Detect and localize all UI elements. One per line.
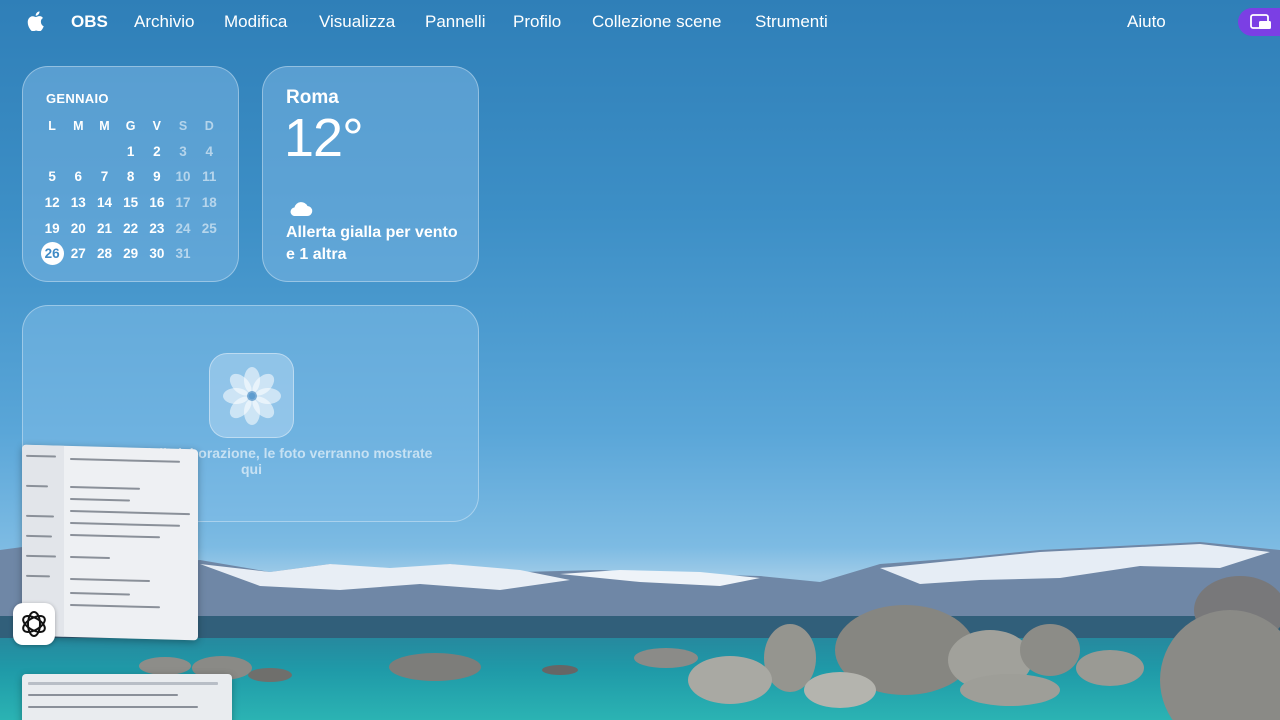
calendar-day: 13 [70, 195, 86, 211]
calendar-day: 10 [175, 169, 191, 185]
calendar-day: 2 [153, 143, 161, 159]
calendar-grid: L M M G V S D 1 2 3 4 5 6 7 8 9 10 11 12 13 14 15 16 17 18 19 20 21… [39, 113, 229, 267]
thumbnail-line [70, 591, 130, 596]
menu-pannelli[interactable]: Pannelli [425, 12, 486, 32]
weather-widget[interactable]: Roma 12° Allerta gialla per vento e 1 al… [262, 66, 479, 282]
thumbnail-line [70, 509, 190, 516]
chatgpt-icon[interactable] [13, 603, 55, 645]
calendar-day: 25 [201, 220, 217, 236]
calendar-day: 6 [74, 169, 83, 185]
calendar-day: 18 [201, 195, 217, 211]
menu-bar: OBS Archivio Modifica Visualizza Pannell… [0, 0, 1280, 44]
calendar-day: 14 [96, 195, 112, 211]
thumbnail-line [70, 497, 130, 502]
calendar-day: 31 [175, 246, 191, 262]
weather-city: Roma [286, 87, 339, 108]
calendar-day: 28 [96, 246, 112, 262]
calendar-day: 5 [48, 169, 56, 185]
thumbnail-line [70, 577, 150, 583]
calendar-day: 20 [70, 220, 86, 236]
calendar-day: 12 [44, 195, 60, 211]
calendar-day: 19 [44, 220, 60, 236]
calendar-day: 9 [153, 169, 161, 185]
calendar-day: 16 [149, 195, 165, 211]
menu-profilo[interactable]: Profilo [513, 12, 561, 32]
calendar-weekday: M [73, 118, 84, 133]
calendar-widget[interactable]: GENNAIO L M M G V S D 1 2 3 4 5 6 7 8 9 10 11 12 13 14 15 16 17… [22, 66, 239, 282]
calendar-month: GENNAIO [46, 91, 109, 106]
screen-recording-icon[interactable] [1238, 8, 1280, 36]
calendar-day: 15 [123, 195, 139, 211]
menu-modifica[interactable]: Modifica [224, 12, 287, 32]
thumbnail-line [70, 533, 160, 539]
calendar-weekday: M [99, 118, 110, 133]
photos-flower-icon [209, 353, 294, 438]
calendar-day: 4 [205, 143, 213, 159]
calendar-weekday: D [204, 118, 214, 133]
calendar-day: 23 [149, 220, 165, 236]
thumbnail-line [70, 603, 160, 609]
thumbnail-line [70, 555, 110, 559]
menu-strumenti[interactable]: Strumenti [755, 12, 828, 32]
calendar-day: 22 [123, 220, 139, 236]
calendar-weekday: G [125, 118, 136, 133]
calendar-day: 11 [202, 169, 217, 185]
menu-collezione-scene[interactable]: Collezione scene [592, 12, 721, 32]
window-thumbnail[interactable] [22, 674, 232, 720]
menu-app-name[interactable]: OBS [71, 12, 108, 32]
calendar-day: 27 [70, 246, 86, 262]
calendar-day: 3 [179, 143, 187, 159]
apple-logo-icon[interactable] [26, 11, 44, 31]
calendar-day: 30 [149, 246, 165, 262]
menu-visualizza[interactable]: Visualizza [319, 12, 395, 32]
thumbnail-line [28, 706, 198, 708]
weather-temperature: 12° [284, 108, 364, 168]
cloud-icon [290, 202, 313, 217]
calendar-day: 1 [126, 143, 135, 159]
thumbnail-line [70, 485, 140, 490]
calendar-day: 29 [123, 246, 139, 262]
calendar-day: 7 [100, 169, 109, 185]
calendar-day: 21 [96, 220, 112, 236]
calendar-weekday: V [152, 118, 162, 133]
menu-aiuto[interactable]: Aiuto [1127, 12, 1166, 32]
thumbnail-line [28, 682, 218, 685]
thumbnail-line [70, 457, 180, 463]
weather-alert: Allerta gialla per vento e 1 altra [286, 224, 458, 263]
calendar-day: 8 [126, 169, 135, 185]
menu-archivio[interactable]: Archivio [134, 12, 194, 32]
calendar-today: 26 [39, 242, 65, 266]
thumbnail-line [70, 521, 180, 527]
calendar-day: 17 [175, 195, 191, 211]
thumbnail-line [28, 694, 178, 696]
calendar-day: 24 [175, 220, 191, 236]
calendar-weekday: S [178, 118, 188, 133]
calendar-weekday: L [48, 118, 56, 133]
calendar-day: 26 [40, 242, 64, 266]
